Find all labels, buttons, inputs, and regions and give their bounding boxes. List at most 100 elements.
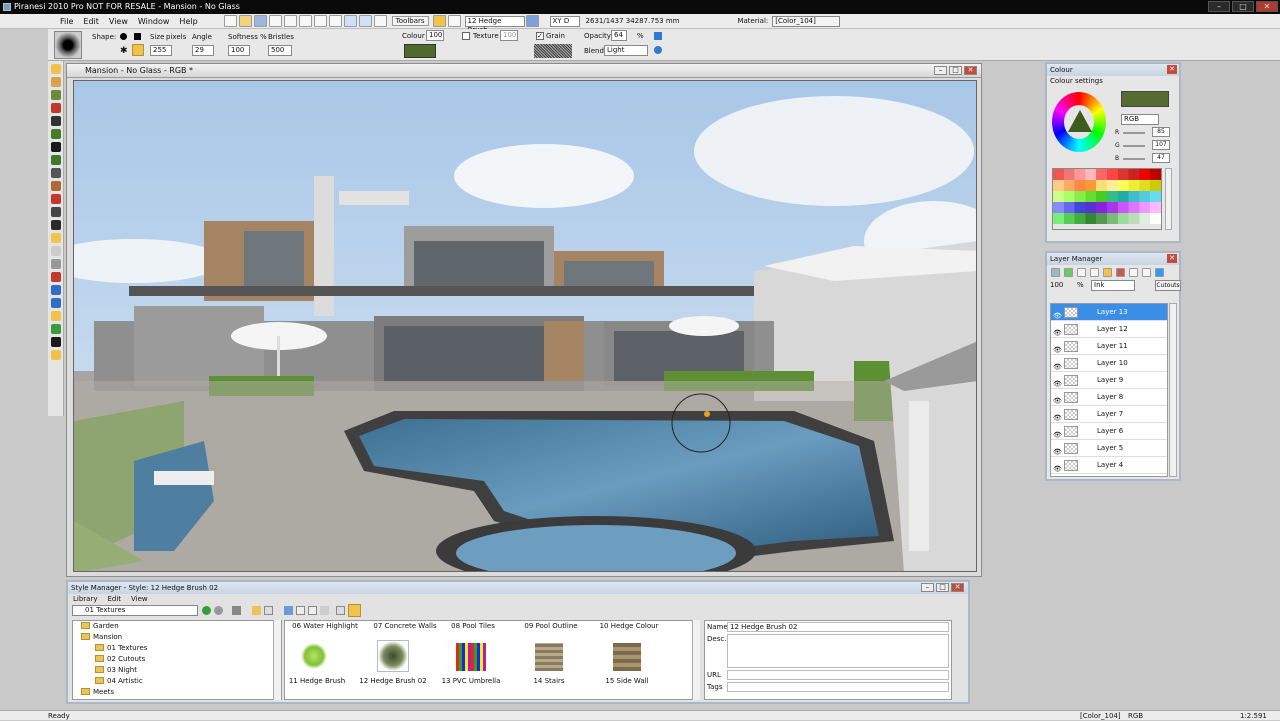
grain-checkbox[interactable]: ✓ [536, 32, 544, 40]
r-slider[interactable] [1123, 132, 1145, 134]
select-tool-icon[interactable] [50, 64, 61, 74]
paste-style-icon[interactable] [308, 606, 317, 615]
b-slider[interactable] [1123, 158, 1145, 160]
angle-field[interactable]: 29 [192, 45, 214, 56]
colour-swatch-grid[interactable] [1052, 168, 1162, 230]
doc-minimize-button[interactable]: – [934, 66, 947, 75]
grain-preview[interactable] [534, 44, 572, 58]
style-menu-library[interactable]: Library [73, 594, 97, 604]
copy-icon[interactable] [313, 15, 327, 27]
visibility-eye-icon[interactable]: 👁 [1053, 427, 1062, 439]
delete-style-icon[interactable] [320, 606, 329, 615]
b-field[interactable]: 47 [1152, 153, 1170, 163]
visibility-eye-icon[interactable]: 👁 [1053, 376, 1062, 388]
menu-view[interactable]: View [104, 17, 133, 26]
line-tool-icon[interactable] [50, 207, 61, 217]
blend-select[interactable]: Light [604, 45, 648, 56]
layer-info-icon[interactable] [1155, 267, 1164, 277]
thumbnail-scrollbar[interactable] [692, 620, 700, 700]
eraser-tool-icon[interactable] [50, 194, 61, 204]
visibility-eye-icon[interactable]: 👁 [1053, 444, 1062, 456]
open-folder-icon[interactable] [238, 15, 252, 27]
tree-item[interactable]: 04 Artistic [73, 676, 281, 687]
texture-checkbox[interactable] [462, 32, 470, 40]
crop-icon[interactable] [283, 15, 297, 27]
layer-row[interactable]: 👁 Layer 10 [1051, 355, 1167, 372]
lock-plane-icon[interactable] [50, 285, 61, 295]
visibility-eye-icon[interactable]: 👁 [1053, 461, 1062, 473]
colour-strength-field[interactable]: 100 [426, 30, 444, 41]
layer-row[interactable]: 👁 Layer 4 [1051, 457, 1167, 474]
tile-hedge-brush-02[interactable]: 12 Hedge Brush 02 [353, 677, 433, 685]
tile-side-wall[interactable]: 15 Side Wall [587, 677, 667, 685]
layer-row[interactable]: 👁 Layer 9 [1051, 372, 1167, 389]
r-field[interactable]: 85 [1152, 127, 1170, 137]
layer-row[interactable]: 👁 Layer 6 [1051, 423, 1167, 440]
layer-scrollbar[interactable] [1169, 303, 1177, 477]
forward-icon[interactable] [214, 606, 223, 615]
menu-file[interactable]: File [0, 17, 78, 26]
render-canvas[interactable] [73, 80, 977, 572]
globe-icon[interactable] [525, 15, 539, 27]
highlight-icon[interactable] [348, 604, 361, 617]
current-colour-swatch[interactable] [1121, 91, 1169, 107]
search-icon[interactable] [336, 606, 345, 615]
visibility-eye-icon[interactable]: 👁 [1053, 359, 1062, 371]
tree-item[interactable]: 01 Textures [73, 643, 281, 654]
smudge-tool-icon[interactable] [50, 181, 61, 191]
save-icon[interactable] [253, 15, 267, 27]
style-menu-view[interactable]: View [131, 594, 148, 604]
swatch-scrollbar[interactable] [1165, 168, 1172, 230]
layer-row[interactable]: 👁 Layer 13 [1051, 304, 1167, 321]
doc-restore-button[interactable]: □ [949, 66, 962, 75]
softness-field[interactable]: 100 [228, 45, 250, 56]
visibility-eye-icon[interactable]: 👁 [1053, 325, 1062, 337]
layer-panel-close-button[interactable]: ✕ [1167, 254, 1177, 263]
layer-up-icon[interactable] [1051, 267, 1060, 277]
maximize-button[interactable]: □ [1232, 1, 1254, 12]
tile-pool-tiles[interactable]: 08 Pool Tiles [433, 622, 513, 630]
brush-tool-icon[interactable] [50, 90, 61, 100]
lock-normal-icon[interactable] [50, 298, 61, 308]
tree-tool-icon[interactable] [50, 129, 61, 139]
settings-icon[interactable] [232, 606, 241, 615]
tree-item[interactable]: Garden [73, 621, 281, 632]
marker-tool-icon[interactable] [50, 103, 61, 113]
tile-pool-outline[interactable]: 09 Pool Outline [511, 622, 591, 630]
new-layer-icon[interactable] [1077, 267, 1086, 277]
square-shape-icon[interactable] [134, 33, 141, 40]
paste-icon[interactable] [328, 15, 342, 27]
spray-shape-icon[interactable] [132, 44, 144, 56]
new-style-icon[interactable] [296, 606, 305, 615]
layer-row[interactable]: 👁 Layer 7 [1051, 406, 1167, 423]
stairs-thumb[interactable] [535, 643, 563, 671]
tree-item[interactable]: 03 Night [73, 665, 281, 676]
layer-row[interactable]: 👁 Layer 5 [1051, 440, 1167, 457]
brush-select-icon[interactable] [447, 15, 461, 27]
desc-field[interactable] [727, 634, 949, 668]
tree-item[interactable]: 02 Cutouts [73, 654, 281, 665]
lock-material-icon[interactable] [50, 311, 61, 321]
tags-field[interactable] [727, 682, 949, 692]
hand-tool-icon[interactable] [50, 246, 61, 256]
new-file-icon[interactable] [223, 15, 237, 27]
style-menu-edit[interactable]: Edit [107, 594, 121, 604]
visibility-eye-icon[interactable]: 👁 [1053, 393, 1062, 405]
layer-lock-icon[interactable] [1142, 267, 1151, 277]
tree-scrollbar[interactable] [273, 620, 281, 700]
tile-hedge-brush[interactable]: 11 Hedge Brush [277, 677, 357, 685]
minimize-button[interactable]: – [1208, 1, 1230, 12]
save-as-icon[interactable] [268, 15, 282, 27]
duplicate-layer-icon[interactable] [1090, 267, 1099, 277]
merge-layer-icon[interactable] [1103, 267, 1112, 277]
tile-hedge-colour[interactable]: 10 Hedge Colour [589, 622, 669, 630]
scatter-shape-icon[interactable]: ✱ [120, 46, 128, 56]
tree-item[interactable]: Mansion [73, 632, 281, 643]
text-tool-icon[interactable] [50, 142, 61, 152]
blend-options-icon[interactable] [654, 46, 662, 54]
zoom-tool-icon[interactable] [50, 259, 61, 269]
toolbars-dropdown[interactable]: Toolbars [391, 16, 429, 26]
plant-tool-icon[interactable] [50, 155, 61, 165]
layer-props-icon[interactable] [1129, 267, 1138, 277]
folder-select[interactable]: 01 Textures [72, 605, 198, 616]
